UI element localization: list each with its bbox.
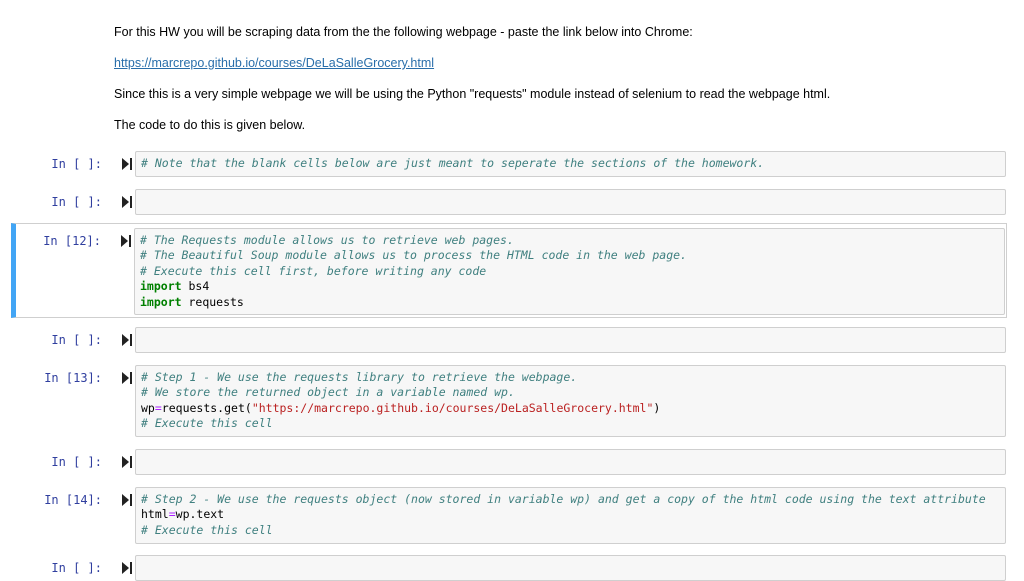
code-cell[interactable]: In [ ]: bbox=[12, 449, 1012, 475]
webpage-link[interactable]: https://marcrepo.github.io/courses/DeLaS… bbox=[114, 56, 434, 70]
code-cell[interactable]: In [ ]: bbox=[12, 189, 1012, 215]
code-intro-text: The code to do this is given below. bbox=[114, 118, 306, 132]
cell-prompt: In [12]: bbox=[43, 234, 101, 248]
code-cell[interactable]: In [12]: # The Requests module allows us … bbox=[11, 223, 1007, 318]
cell-prompt: In [ ]: bbox=[51, 561, 102, 575]
code-cell[interactable]: In [14]: # Step 2 - We use the requests o… bbox=[12, 487, 1012, 544]
code-line: # We store the returned object in a vari… bbox=[141, 385, 1000, 400]
code-comment: # The Requests module allows us to retri… bbox=[140, 233, 514, 247]
code-input[interactable]: # Note that the blank cells below are ju… bbox=[135, 151, 1006, 177]
cell-prompt: In [ ]: bbox=[51, 195, 102, 209]
code-variable: html bbox=[141, 507, 169, 522]
cell-prompt: In [ ]: bbox=[51, 157, 102, 171]
run-cell-icon[interactable] bbox=[122, 158, 132, 170]
code-line: html=wp.text bbox=[141, 507, 1000, 522]
code-line: # Execute this cell first, before writin… bbox=[140, 264, 999, 279]
run-cell-icon[interactable] bbox=[122, 372, 132, 384]
run-cell-icon[interactable] bbox=[121, 235, 131, 247]
code-input[interactable] bbox=[135, 555, 1006, 581]
code-comment: # Execute this cell first, before writin… bbox=[140, 263, 487, 278]
code-input[interactable] bbox=[135, 189, 1006, 215]
code-line: # Execute this cell bbox=[141, 416, 1000, 431]
code-variable: wp bbox=[141, 400, 155, 415]
code-line: # Step 1 - We use the requests library t… bbox=[141, 370, 1000, 385]
code-call: requests.get( bbox=[161, 400, 252, 415]
code-comment: # Step 2 - We use the requests object (n… bbox=[141, 492, 986, 506]
code-string: "https://marcrepo.github.io/courses/DeLa… bbox=[251, 400, 654, 415]
code-comment: # Execute this cell bbox=[141, 522, 273, 537]
code-cell[interactable]: In [ ]: bbox=[12, 327, 1012, 353]
code-line: import bs4 bbox=[140, 279, 999, 294]
code-input[interactable] bbox=[135, 449, 1006, 475]
code-operator: = bbox=[168, 507, 176, 522]
run-cell-icon[interactable] bbox=[122, 494, 132, 506]
code-text: requests bbox=[181, 294, 244, 309]
code-cell[interactable]: In [ ]: bbox=[12, 555, 1012, 581]
code-cell[interactable]: In [ ]: # Note that the blank cells below… bbox=[12, 151, 1012, 177]
code-line: wp=requests.get("https://marcrepo.github… bbox=[141, 401, 1000, 416]
code-line: # Note that the blank cells below are ju… bbox=[141, 156, 1000, 171]
code-input[interactable]: # The Requests module allows us to retri… bbox=[134, 228, 1005, 315]
code-cell[interactable]: In [13]: # Step 1 - We use the requests l… bbox=[12, 365, 1012, 437]
run-cell-icon[interactable] bbox=[122, 196, 132, 208]
code-comment: # Note that the blank cells below are ju… bbox=[141, 156, 765, 170]
code-keyword: import bbox=[140, 294, 182, 309]
code-input[interactable] bbox=[135, 327, 1006, 353]
cell-prompt: In [14]: bbox=[44, 493, 102, 507]
code-comment: # Execute this cell bbox=[141, 416, 273, 431]
code-line: import requests bbox=[140, 295, 999, 310]
intro-text: For this HW you will be scraping data fr… bbox=[114, 25, 693, 39]
cell-prompt: In [ ]: bbox=[51, 333, 102, 347]
code-paren: ) bbox=[653, 400, 661, 415]
run-cell-icon[interactable] bbox=[122, 456, 132, 468]
code-line: # Step 2 - We use the requests object (n… bbox=[141, 492, 1000, 507]
code-call: wp.text bbox=[175, 507, 225, 522]
cell-prompt: In [13]: bbox=[44, 371, 102, 385]
cell-prompt: In [ ]: bbox=[51, 455, 102, 469]
code-input[interactable]: # Step 1 - We use the requests library t… bbox=[135, 365, 1006, 437]
code-operator: = bbox=[154, 400, 162, 415]
code-input[interactable]: # Step 2 - We use the requests object (n… bbox=[135, 487, 1006, 544]
code-keyword: import bbox=[140, 279, 182, 294]
code-text: bs4 bbox=[181, 279, 210, 294]
run-cell-icon[interactable] bbox=[122, 562, 132, 574]
run-cell-icon[interactable] bbox=[122, 334, 132, 346]
link-line: https://marcrepo.github.io/courses/DeLaS… bbox=[114, 56, 434, 70]
code-comment: # We store the returned object in a vari… bbox=[141, 385, 515, 400]
note-text: Since this is a very simple webpage we w… bbox=[114, 87, 831, 101]
code-line: # The Requests module allows us to retri… bbox=[140, 233, 999, 248]
code-comment: # Step 1 - We use the requests library t… bbox=[141, 370, 578, 384]
code-line: # The Beautiful Soup module allows us to… bbox=[140, 248, 999, 263]
code-line: # Execute this cell bbox=[141, 523, 1000, 538]
code-comment: # The Beautiful Soup module allows us to… bbox=[140, 248, 687, 263]
